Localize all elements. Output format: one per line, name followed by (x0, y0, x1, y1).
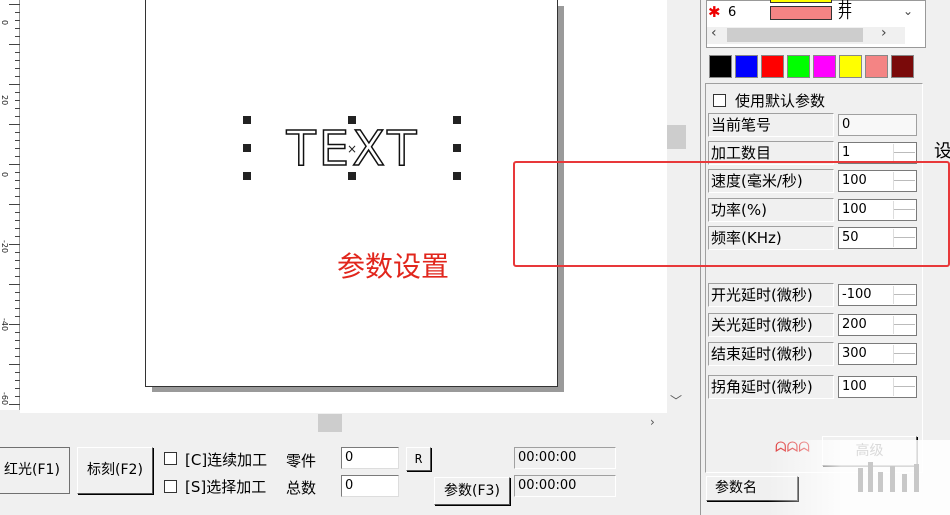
selection-handle[interactable] (243, 172, 251, 180)
vertical-scroll-thumb[interactable] (667, 125, 686, 149)
param-f3-label: 参数(F3) (444, 483, 500, 499)
chevron-down-icon[interactable]: ⌄ (903, 4, 913, 18)
scroll-right-arrow-icon[interactable]: › (650, 415, 655, 429)
off-delay-value: 200 (842, 317, 867, 332)
ruler-tick (9, 364, 20, 365)
count-value: 1 (842, 145, 851, 160)
ruler-tick (9, 124, 20, 125)
corner-delay-input[interactable]: 100 (838, 376, 917, 398)
ruler-tick (9, 404, 20, 405)
select-checkbox[interactable] (164, 480, 177, 493)
off-delay-input[interactable]: 200 (838, 314, 917, 336)
end-delay-spinner[interactable] (893, 345, 915, 363)
ruler-tick (9, 84, 20, 85)
elapsed-time-field: 00:00:00 (514, 447, 616, 469)
red-light-label: 红光(F1) (4, 462, 60, 478)
selection-handle[interactable] (453, 172, 461, 180)
ruler-label: -60 (0, 392, 9, 406)
vertical-ruler: 0 20 0 -20 -40 -60 (0, 0, 20, 410)
ruler-label: -20 (0, 240, 9, 254)
pen-status: 开 (838, 6, 852, 22)
pen-list-hscroll-thumb[interactable] (727, 28, 863, 42)
mark-label: 标刻(F2) (87, 462, 143, 478)
pen-color-swatch (770, 6, 832, 20)
palette-color-darkred[interactable] (891, 55, 914, 78)
selection-handle[interactable] (348, 172, 356, 180)
selection-handle[interactable] (243, 116, 251, 124)
selection-handle[interactable] (453, 144, 461, 152)
count-spinner[interactable] (893, 144, 915, 162)
total-input[interactable]: 0 (341, 475, 399, 497)
part-label: 零件 (286, 452, 317, 470)
red-light-button[interactable]: 红光(F1) (0, 447, 70, 494)
scroll-down-arrow-icon[interactable]: ﹀ (670, 392, 682, 409)
part-input[interactable]: 0 (341, 447, 399, 469)
off-delay-label: 关光延时(微秒) (708, 313, 834, 337)
palette-color-blue[interactable] (735, 55, 758, 78)
pen-active-icon: ✱ (708, 3, 721, 21)
palette-color-green[interactable] (787, 55, 810, 78)
paper-workspace[interactable] (145, 0, 558, 387)
param-name-label: 参数名 (715, 480, 757, 496)
scroll-right-arrow-icon[interactable]: › (881, 25, 887, 41)
selection-handle[interactable] (348, 116, 356, 124)
use-default-label: 使用默认参数 (735, 92, 826, 110)
ruler-tick (9, 284, 20, 285)
ruler-tick (9, 164, 20, 165)
corner-delay-spinner[interactable] (893, 378, 915, 396)
palette-color-pink[interactable] (865, 55, 888, 78)
corner-delay-label: 拐角延时(微秒) (708, 375, 834, 399)
end-delay-value: 300 (842, 346, 867, 361)
param-f3-button[interactable]: 参数(F3) (434, 477, 510, 505)
end-delay-label: 结束延时(微秒) (708, 342, 834, 366)
watermark-logo (850, 458, 940, 498)
ruler-tick (9, 204, 20, 205)
ruler-label: 20 (0, 95, 9, 106)
palette-color-black[interactable] (709, 55, 732, 78)
ruler-tick (9, 44, 20, 45)
horizontal-scroll-thumb[interactable] (318, 414, 342, 432)
on-delay-label: 开光延时(微秒) (708, 283, 834, 307)
ruler-tick (9, 324, 20, 325)
current-pen-field: 0 (838, 114, 917, 136)
use-default-checkbox[interactable] (713, 94, 726, 107)
corner-delay-value: 100 (842, 379, 867, 394)
clipped-edge-text: 设 (934, 141, 950, 162)
current-pen-label: 当前笔号 (708, 113, 834, 137)
ruler-label: 0 (0, 172, 9, 178)
pen-color-swatch (770, 0, 832, 3)
palette-color-yellow[interactable] (839, 55, 862, 78)
ruler-tick (9, 244, 20, 245)
total-label: 总数 (286, 479, 317, 497)
on-delay-value: -100 (842, 287, 872, 302)
continuous-checkbox[interactable] (164, 452, 177, 465)
reset-label: R (414, 452, 423, 466)
ruler-label: -40 (0, 318, 9, 332)
palette-color-red[interactable] (761, 55, 784, 78)
ruler-tick (9, 4, 20, 5)
mark-button[interactable]: 标刻(F2) (77, 447, 153, 494)
on-delay-input[interactable]: -100 (838, 284, 917, 306)
scroll-left-arrow-icon[interactable]: ‹ (711, 25, 717, 41)
reset-button[interactable]: R (406, 447, 431, 471)
ruler-label: 0 (0, 20, 9, 26)
selection-handle[interactable] (243, 144, 251, 152)
off-delay-spinner[interactable] (893, 316, 915, 334)
on-delay-spinner[interactable] (893, 286, 915, 304)
continuous-label: [C]连续加工 (185, 451, 268, 469)
selection-handle[interactable] (453, 116, 461, 124)
highlight-box (513, 161, 950, 267)
palette-color-magenta[interactable] (813, 55, 836, 78)
pen-number: 6 (728, 5, 737, 20)
center-marker-icon: × (347, 142, 357, 156)
annotation-text: 参数设置 (337, 250, 450, 283)
total-time-field: 00:00:00 (514, 475, 616, 497)
end-delay-input[interactable]: 300 (838, 343, 917, 365)
select-label: [S]选择加工 (185, 478, 267, 496)
